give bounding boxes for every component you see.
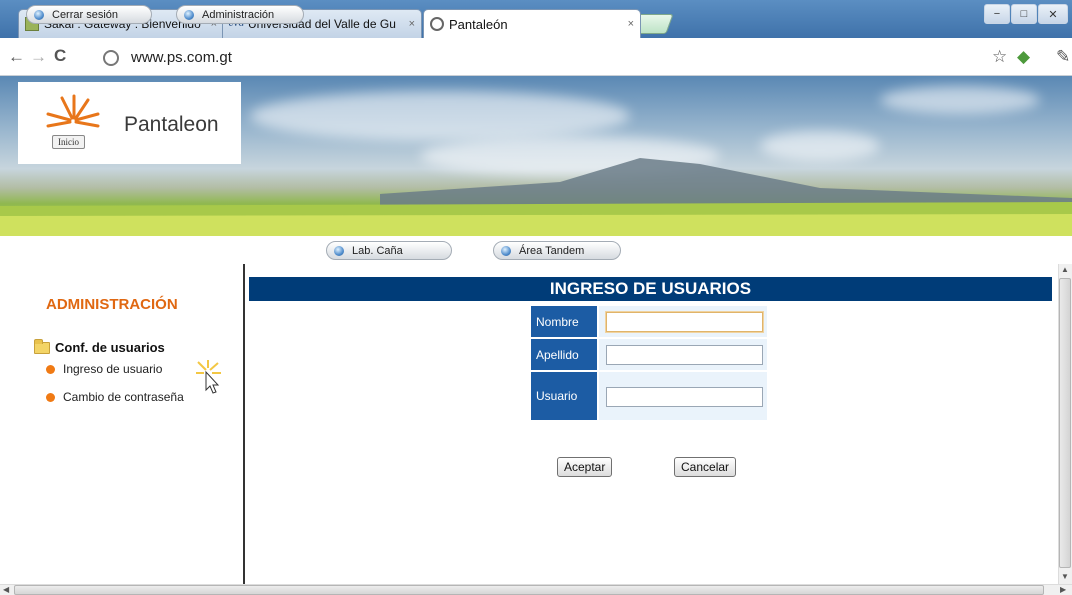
form-title: INGRESO DE USUARIOS	[249, 277, 1052, 301]
horizontal-scroll-thumb[interactable]	[14, 585, 1044, 595]
nombre-input[interactable]	[606, 312, 763, 332]
nav-label: Área Tandem	[519, 244, 585, 257]
scroll-down-arrow-icon[interactable]: ▼	[1061, 572, 1069, 581]
pantaleon-logo-icon[interactable]	[32, 92, 112, 140]
forward-arrow-icon[interactable]: →	[30, 47, 47, 67]
scroll-left-arrow-icon[interactable]: ◀	[3, 585, 9, 594]
bullet-icon	[46, 364, 55, 374]
address-bar[interactable]: www.ps.com.gt	[103, 45, 1043, 70]
scroll-up-arrow-icon[interactable]: ▲	[1061, 265, 1069, 274]
back-arrow-icon[interactable]: ←	[8, 47, 25, 67]
nombre-label: Nombre	[530, 305, 598, 338]
url-text[interactable]: www.ps.com.gt	[131, 49, 232, 66]
inicio-button[interactable]: Inicio	[52, 135, 85, 149]
close-tab-icon[interactable]: ×	[628, 18, 634, 30]
maximize-button[interactable]: □	[1011, 4, 1037, 24]
globe-favicon	[430, 17, 444, 31]
bookmark-star-icon[interactable]: ☆	[992, 47, 1007, 67]
apellido-label: Apellido	[530, 338, 598, 371]
aceptar-button[interactable]: Aceptar	[557, 457, 613, 477]
sidebar-title: ADMINISTRACIÓN	[46, 296, 178, 313]
usuario-input[interactable]	[606, 387, 763, 407]
sidebar-section[interactable]: Conf. de usuarios	[34, 338, 165, 355]
nav-label: Lab. Caña	[352, 244, 403, 257]
usuario-cell	[598, 371, 768, 421]
logo-text: Pantaleon	[124, 113, 219, 136]
page-globe-icon	[103, 49, 119, 66]
tab-label: Pantaleón	[449, 16, 508, 32]
scroll-right-arrow-icon[interactable]: ▶	[1060, 585, 1066, 594]
nav-lab-cana[interactable]: Lab. Caña	[326, 241, 452, 260]
nav-bullet-icon	[34, 9, 44, 20]
nav-bullet-icon	[501, 245, 511, 256]
tab-pantaleon[interactable]: Pantaleón ×	[423, 9, 641, 38]
nav-label: Cerrar sesión	[52, 8, 119, 21]
nav-area-tandem[interactable]: Área Tandem	[493, 241, 621, 260]
vertical-scroll-thumb[interactable]	[1059, 278, 1071, 568]
usuario-label: Usuario	[530, 371, 598, 421]
sidebar-item-label: Ingreso de usuario	[63, 362, 163, 376]
extension-icon[interactable]: ◆	[1017, 47, 1030, 67]
close-window-button[interactable]: ✕	[1038, 4, 1068, 24]
cancelar-button[interactable]: Cancelar	[674, 457, 737, 477]
apellido-cell	[598, 338, 768, 371]
apellido-input[interactable]	[606, 345, 763, 365]
sidebar-item-label: Cambio de contraseña	[63, 390, 184, 404]
nav-bullet-icon	[184, 9, 194, 20]
wrench-icon[interactable]: ✎	[1056, 47, 1070, 67]
sidebar-item-cambio[interactable]: Cambio de contraseña	[46, 390, 184, 404]
minimize-button[interactable]: −	[984, 4, 1010, 24]
mouse-cursor-icon	[196, 360, 221, 394]
bullet-icon	[46, 392, 55, 402]
reload-icon[interactable]: C	[54, 46, 66, 66]
nav-cerrar-sesion[interactable]: Cerrar sesión	[26, 5, 152, 24]
nav-administracion[interactable]: Administración	[176, 5, 304, 24]
nav-bullet-icon	[334, 245, 344, 256]
sidebar-item-ingreso[interactable]: Ingreso de usuario	[46, 362, 162, 376]
nombre-cell	[598, 305, 768, 338]
nav-label: Administración	[202, 8, 275, 21]
folder-icon	[34, 338, 50, 354]
close-tab-icon[interactable]: ×	[409, 18, 415, 30]
sidebar-section-label: Conf. de usuarios	[55, 340, 165, 355]
